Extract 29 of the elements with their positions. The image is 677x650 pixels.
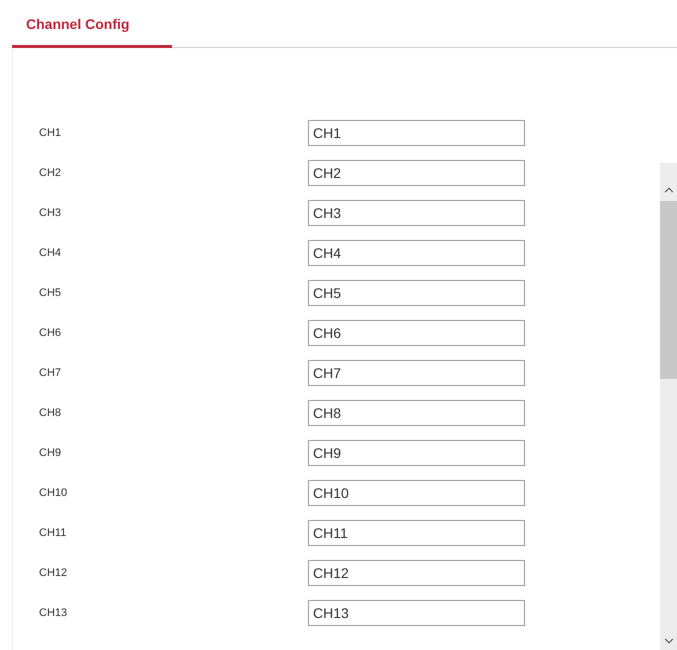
channel-label: CH12 (39, 566, 68, 581)
channel-name-field[interactable]: CH7 (308, 360, 525, 386)
channel-name-field[interactable]: CH13 (308, 600, 525, 626)
channel-label: CH10 (39, 486, 68, 501)
tab[interactable]: Channel Config (12, 14, 172, 48)
channel-name-field[interactable]: CH12 (308, 560, 525, 586)
channel-label: CH6 (39, 326, 62, 341)
channel-name-field[interactable]: CH9 (308, 440, 525, 466)
channel-label: CH8 (39, 406, 62, 421)
channel-label: CH13 (39, 606, 68, 621)
channel-name-field[interactable]: CH3 (308, 200, 525, 226)
channel-name-field[interactable]: CH6 (308, 320, 525, 346)
channel-name-field[interactable]: CH8 (308, 400, 525, 426)
channel-label: CH4 (39, 246, 62, 261)
channel-label: CH1 (39, 126, 62, 141)
channel-name-field[interactable]: CH2 (308, 160, 525, 186)
channel-label: CH3 (39, 206, 62, 221)
channel-name-field[interactable]: CH1 (308, 120, 525, 146)
channel-label: CH7 (39, 366, 62, 381)
channel-label: CH11 (39, 526, 68, 541)
channel-label: CH2 (39, 166, 62, 181)
scrollbar-thumb[interactable] (660, 201, 677, 379)
channel-name-field[interactable]: CH11 (308, 520, 525, 546)
scrollbar[interactable] (660, 163, 677, 650)
channel-label: CH5 (39, 286, 62, 301)
channel-name-field[interactable]: CH5 (308, 280, 525, 306)
channel-name-field[interactable]: CH4 (308, 240, 525, 266)
channel-label: CH9 (39, 446, 62, 461)
channel-name-field[interactable]: CH10 (308, 480, 525, 506)
